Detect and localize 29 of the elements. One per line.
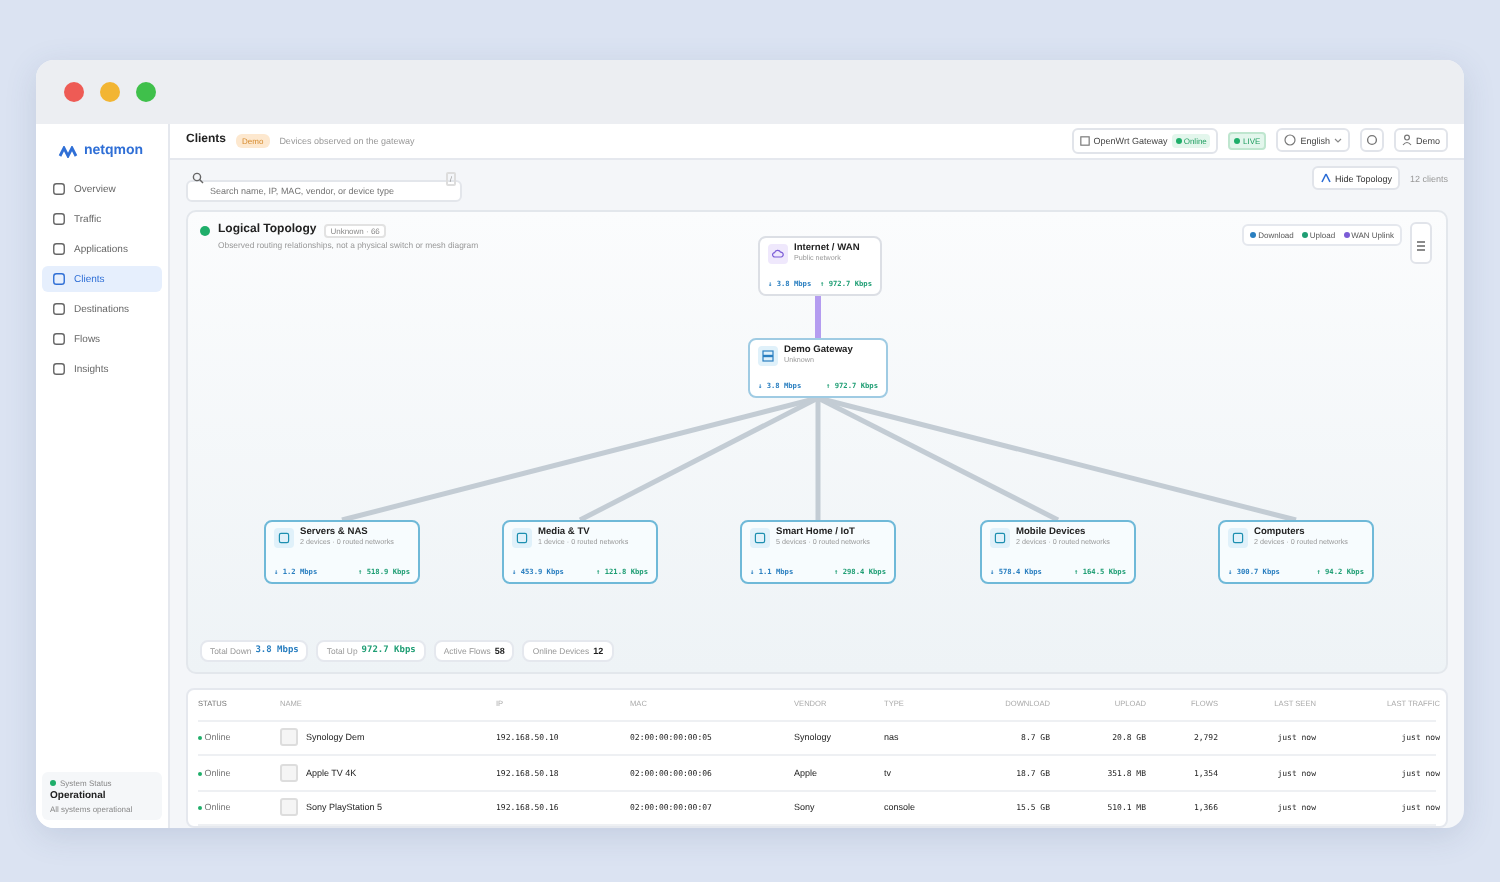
device-icon <box>516 531 528 543</box>
device-icon <box>278 531 290 543</box>
nav-icon <box>52 332 66 346</box>
nav-icon <box>52 182 66 196</box>
menu-icon <box>1416 239 1426 251</box>
menu-button[interactable] <box>1410 221 1432 263</box>
device-icon <box>754 531 766 543</box>
grid-icon <box>1079 135 1090 146</box>
server-icon <box>762 349 774 361</box>
caret-icon <box>1333 137 1342 144</box>
settings-button[interactable] <box>1359 128 1384 153</box>
nav-icon <box>52 302 66 316</box>
device-icon <box>994 531 1006 543</box>
topology-icon <box>1319 172 1332 185</box>
status-dot <box>50 780 56 786</box>
minimize-icon[interactable] <box>100 82 120 102</box>
device-icon <box>1232 531 1244 543</box>
nav-icon <box>52 242 66 256</box>
search-icon <box>192 172 204 185</box>
user-icon <box>1401 134 1412 147</box>
topology-status-dot <box>200 225 210 235</box>
logo-icon <box>58 145 78 157</box>
nav-icon <box>52 212 66 226</box>
zoom-icon[interactable] <box>136 82 156 102</box>
nav-icon <box>52 362 66 376</box>
close-icon[interactable] <box>64 82 84 102</box>
cloud-icon <box>772 248 784 258</box>
wan-link <box>815 295 821 337</box>
nav-icon <box>52 272 66 286</box>
